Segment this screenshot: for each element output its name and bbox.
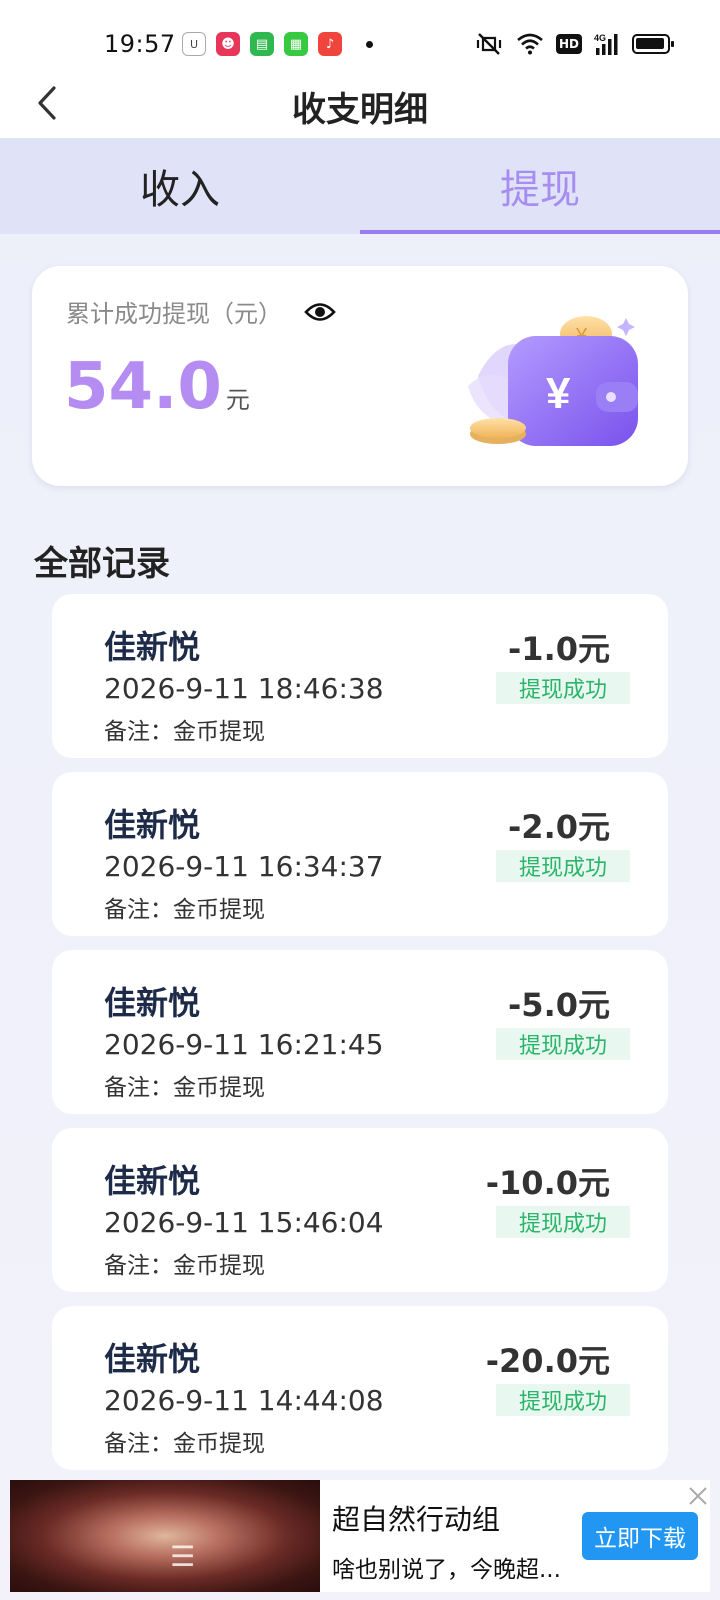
message-app-icon: ▤ [250, 32, 274, 56]
record-time: 2026-9-11 18:46:38 [104, 672, 384, 705]
app-notification-icon: ▦ [284, 32, 308, 56]
app-notification-icon: U [182, 32, 206, 56]
record-amount: -10.0元 [485, 1164, 610, 1202]
summary-value: 54.0 [64, 350, 222, 424]
status-system-icons: HD 4G [474, 32, 674, 56]
record-name: 佳新悦 [104, 984, 201, 1022]
record-time: 2026-9-11 16:21:45 [104, 1028, 384, 1061]
eye-icon[interactable] [304, 301, 336, 323]
record-amount: -2.0元 [508, 808, 610, 846]
record-status-badge: 提现成功 [496, 1028, 630, 1060]
ad-download-button[interactable]: 立即下载 [582, 1512, 698, 1560]
more-notifications-dot [366, 40, 373, 48]
tab-bar: 收入 提现 [0, 138, 720, 234]
record-card[interactable]: 佳新悦 2026-9-11 14:44:08 备注：金币提现 -20.0元 提现… [52, 1306, 668, 1470]
record-status-badge: 提现成功 [496, 672, 630, 704]
record-name: 佳新悦 [104, 806, 201, 844]
ad-title: 超自然行动组 [332, 1503, 501, 1536]
record-status-badge: 提现成功 [496, 850, 630, 882]
wifi-icon [517, 33, 543, 55]
ad-banner[interactable]: ☰ 超自然行动组 啥也别说了，今晚超... 立即下载 [10, 1480, 710, 1592]
hd-voice-icon: HD [555, 34, 582, 54]
record-amount: -5.0元 [508, 986, 610, 1024]
wallet-illustration-icon: ¥ ¥ [468, 316, 638, 446]
summary-label-row: 累计成功提现（元） [66, 294, 336, 329]
record-name: 佳新悦 [104, 1340, 201, 1378]
status-bar: 19:57 U ☻ ▤ ▦ ♪ HD 4G [0, 0, 720, 88]
close-icon[interactable] [686, 1484, 710, 1508]
record-card[interactable]: 佳新悦 2026-9-11 18:46:38 备注：金币提现 -1.0元 提现成… [52, 594, 668, 758]
record-time: 2026-9-11 14:44:08 [104, 1384, 384, 1417]
record-status-badge: 提现成功 [496, 1384, 630, 1416]
cellular-signal-icon: 4G [594, 33, 618, 55]
svg-text:4G: 4G [594, 33, 606, 43]
ad-description: 啥也别说了，今晚超... [332, 1557, 561, 1583]
app-notification-icon: ☻ [216, 32, 240, 56]
record-status-badge: 提现成功 [496, 1206, 630, 1238]
record-card[interactable]: 佳新悦 2026-9-11 15:46:04 备注：金币提现 -10.0元 提现… [52, 1128, 668, 1292]
record-note: 备注：金币提现 [104, 1075, 265, 1101]
record-time: 2026-9-11 16:34:37 [104, 850, 384, 883]
tab-income[interactable]: 收入 [0, 138, 360, 234]
record-note: 备注：金币提现 [104, 897, 265, 923]
menu-icon: ☰ [170, 1540, 196, 1573]
tab-withdraw[interactable]: 提现 [360, 138, 720, 234]
record-amount: -1.0元 [508, 630, 610, 668]
record-name: 佳新悦 [104, 1162, 201, 1200]
record-card[interactable]: 佳新悦 2026-9-11 16:34:37 备注：金币提现 -2.0元 提现成… [52, 772, 668, 936]
withdraw-summary-card: 累计成功提现（元） 54.0 元 ¥ ¥ [32, 266, 688, 486]
record-card[interactable]: 佳新悦 2026-9-11 16:21:45 备注：金币提现 -5.0元 提现成… [52, 950, 668, 1114]
record-note: 备注：金币提现 [104, 719, 265, 745]
app-header: 收支明细 [0, 86, 720, 138]
summary-label: 累计成功提现（元） [66, 300, 282, 328]
page-title: 收支明细 [292, 90, 428, 130]
battery-icon [632, 34, 674, 54]
record-note: 备注：金币提现 [104, 1431, 265, 1457]
ad-video-thumbnail[interactable]: ☰ [10, 1480, 320, 1592]
record-amount: -20.0元 [485, 1342, 610, 1380]
summary-amount: 54.0 元 [64, 350, 250, 424]
music-app-icon: ♪ [318, 32, 342, 56]
record-time: 2026-9-11 15:46:04 [104, 1206, 384, 1239]
status-app-icons: U ☻ ▤ ▦ ♪ [182, 32, 373, 56]
summary-unit: 元 [225, 386, 250, 414]
record-name: 佳新悦 [104, 628, 201, 666]
svg-text:¥: ¥ [546, 369, 571, 418]
record-note: 备注：金币提现 [104, 1253, 265, 1279]
section-title: 全部记录 [34, 544, 170, 584]
status-time: 19:57 [104, 30, 176, 58]
vibrate-mute-icon [476, 33, 502, 55]
